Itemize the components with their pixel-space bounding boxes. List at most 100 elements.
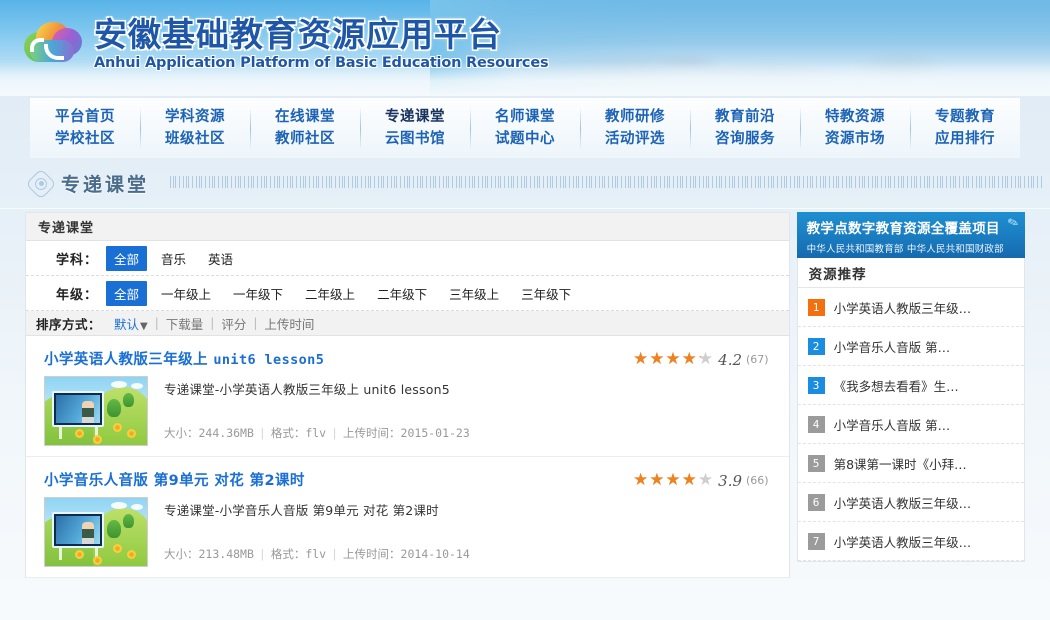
filter-label: 年级： bbox=[55, 287, 98, 303]
result-item: 小学英语人教版三年级上 unit6 lesson5 ★★★★★★★★★★4.2(6… bbox=[26, 336, 789, 457]
recommendation-item[interactable]: 4 小学音乐人音版 第… bbox=[797, 405, 1024, 444]
rank-badge: 7 bbox=[807, 532, 825, 550]
nav-item-学校社区[interactable]: 学校社区 bbox=[55, 131, 115, 148]
rainbow-cloud-logo-icon bbox=[22, 18, 84, 68]
sort-bar: 排序方式： 默认▼ | 下载量 | 评分 | 上传时间 bbox=[26, 311, 789, 336]
nav-column-2: 学科资源 班级社区 bbox=[140, 99, 250, 158]
nav-item-班级社区[interactable]: 班级社区 bbox=[165, 131, 225, 148]
result-thumbnail[interactable] bbox=[44, 376, 148, 446]
sort-option-评分[interactable]: 评分 bbox=[214, 314, 253, 333]
meta-separator: | bbox=[331, 547, 339, 561]
nav-item-在线课堂[interactable]: 在线课堂 bbox=[275, 109, 335, 126]
promo-line1: 教学点数字教育资源全覆盖项目 bbox=[806, 221, 1000, 237]
result-title-cn: 小学英语人教版三年级上 bbox=[44, 352, 208, 368]
result-thumbnail[interactable] bbox=[44, 497, 148, 567]
recommendation-label: 小学英语人教版三年级… bbox=[833, 300, 972, 316]
recommendation-item[interactable]: 3 《我多想去看看》生… bbox=[797, 366, 1024, 405]
results-list: 小学英语人教版三年级上 unit6 lesson5 ★★★★★★★★★★4.2(6… bbox=[26, 336, 789, 578]
recommendation-item[interactable]: 7 小学英语人教版三年级… bbox=[797, 522, 1024, 561]
recommendation-item[interactable]: 1 小学英语人教版三年级… bbox=[797, 288, 1024, 327]
flower-ornament-icon bbox=[25, 167, 57, 200]
recommendation-item[interactable]: 2 小学音乐人音版 第… bbox=[797, 327, 1024, 366]
nav-item-名师课堂[interactable]: 名师课堂 bbox=[495, 109, 555, 126]
rating-block: ★★★★★★★★★★3.9(66) bbox=[633, 472, 775, 490]
result-meta: 专递课堂-小学英语人教版三年级上 unit6 lesson5 大小：244.36M… bbox=[164, 376, 470, 446]
filter-chip-全部[interactable]: 全部 bbox=[106, 280, 148, 306]
main-navigation: 平台首页 学校社区 学科资源 班级社区 在线课堂 教师社区 专递课堂 云图书馆 名师课堂 试题中心… bbox=[0, 96, 1050, 164]
site-title-block: 安徽基础教育资源应用平台 Anhui Application Platform … bbox=[94, 15, 549, 70]
sort-label: 排序方式： bbox=[36, 316, 102, 332]
result-fileinfo: 大小：244.36MB | 格式：flv | 上传时间：2015-01-23 bbox=[164, 426, 470, 440]
nav-item-教师研修[interactable]: 教师研修 bbox=[605, 109, 665, 126]
promo-banner[interactable]: ✎ 教学点数字教育资源全覆盖项目 中华人民共和国教育部 中华人民共和国财政部 bbox=[796, 212, 1025, 258]
nav-bar: 平台首页 学校社区 学科资源 班级社区 在线课堂 教师社区 专递课堂 云图书馆 名师课堂 试题中心… bbox=[30, 98, 1020, 158]
result-title[interactable]: 小学英语人教版三年级上 unit6 lesson5 bbox=[44, 348, 324, 369]
nav-item-专题教育[interactable]: 专题教育 bbox=[935, 109, 995, 126]
filter-chip-音乐[interactable]: 音乐 bbox=[153, 246, 194, 271]
recommendations-title: 资源推荐 bbox=[797, 258, 1024, 288]
nav-item-教师社区[interactable]: 教师社区 bbox=[275, 131, 335, 148]
nav-item-试题中心[interactable]: 试题中心 bbox=[495, 131, 555, 148]
size-label: 大小： bbox=[164, 547, 199, 561]
meta-separator: | bbox=[258, 426, 266, 440]
result-item: 小学音乐人音版 第9单元 对花 第2课时 ★★★★★★★★★★3.9(66) 专递课… bbox=[26, 457, 789, 578]
filter-chip-一年级上[interactable]: 一年级上 bbox=[153, 281, 219, 306]
sort-direction-arrow-icon: ▼ bbox=[140, 320, 148, 332]
filter-chip-二年级上[interactable]: 二年级上 bbox=[297, 281, 363, 306]
sort-option-默认[interactable]: 默认▼ bbox=[107, 314, 155, 333]
result-title-row: 小学音乐人音版 第9单元 对花 第2课时 ★★★★★★★★★★3.9(66) bbox=[44, 469, 775, 490]
rank-badge: 3 bbox=[807, 376, 825, 394]
filter-chip-三年级下[interactable]: 三年级下 bbox=[513, 281, 579, 306]
filter-section: 学科： 全部 音乐 英语年级： 全部 一年级上 一年级下 二年级上 二年级下 三年级上 三年级下 bbox=[26, 241, 789, 311]
nav-item-学科资源[interactable]: 学科资源 bbox=[165, 109, 225, 126]
greek-key-pattern bbox=[170, 176, 1042, 188]
filter-chip-英语[interactable]: 英语 bbox=[200, 246, 241, 271]
filter-chip-全部[interactable]: 全部 bbox=[106, 245, 148, 271]
result-description: 专递课堂-小学英语人教版三年级上 unit6 lesson5 bbox=[164, 382, 450, 397]
nav-item-云图书馆[interactable]: 云图书馆 bbox=[385, 131, 445, 148]
rank-badge: 4 bbox=[807, 415, 825, 433]
filter-chip-二年级下[interactable]: 二年级下 bbox=[369, 281, 435, 306]
filter-chip-三年级上[interactable]: 三年级上 bbox=[441, 281, 507, 306]
result-description: 专递课堂-小学音乐人音版 第9单元 对花 第2课时 bbox=[164, 503, 439, 518]
promo-line2: 中华人民共和国教育部 中华人民共和国财政部 bbox=[806, 244, 1004, 255]
filter-chip-一年级下[interactable]: 一年级下 bbox=[225, 281, 291, 306]
nav-item-专递课堂[interactable]: 专递课堂 bbox=[385, 109, 445, 126]
rank-badge: 5 bbox=[807, 454, 825, 472]
recommendation-label: 小学英语人教版三年级… bbox=[833, 495, 972, 511]
site-title-cn: 安徽基础教育资源应用平台 bbox=[94, 15, 502, 54]
filter-row-1: 学科： 全部 音乐 英语 bbox=[26, 241, 789, 276]
nav-item-活动评选[interactable]: 活动评选 bbox=[605, 131, 665, 148]
nav-item-教育前沿[interactable]: 教育前沿 bbox=[715, 109, 775, 126]
section-divider bbox=[0, 208, 1050, 209]
rating-score: 3.9 bbox=[718, 471, 743, 490]
nav-item-特教资源[interactable]: 特教资源 bbox=[825, 109, 885, 126]
recommendation-item[interactable]: 5 第8课第一课时《小拜… bbox=[797, 444, 1024, 483]
size-label: 大小： bbox=[164, 426, 199, 440]
main-content: 专递课堂 学科： 全部 音乐 英语 年级： 全部 一年级上 一年级下 二年级上 二年级下 三年级上三… bbox=[0, 212, 1050, 578]
site-logo[interactable]: 安徽基础教育资源应用平台 Anhui Application Platform … bbox=[22, 15, 549, 71]
rating-block: ★★★★★★★★★★4.2(67) bbox=[633, 351, 775, 369]
results-panel: 专递课堂 学科： 全部 音乐 英语 年级： 全部 一年级上 一年级下 二年级上 二年级下 三年级上三… bbox=[25, 212, 790, 578]
sort-option-上传时间[interactable]: 上传时间 bbox=[257, 314, 321, 333]
result-fileinfo: 大小：213.48MB | 格式：flv | 上传时间：2014-10-14 bbox=[164, 547, 470, 561]
nav-column-9: 专题教育 应用排行 bbox=[910, 99, 1020, 158]
result-title[interactable]: 小学音乐人音版 第9单元 对花 第2课时 bbox=[44, 469, 305, 490]
recommendation-label: 小学英语人教版三年级… bbox=[833, 534, 972, 550]
nav-column-4: 专递课堂 云图书馆 bbox=[360, 99, 470, 158]
nav-item-平台首页[interactable]: 平台首页 bbox=[55, 109, 115, 126]
recommendation-item[interactable]: 6 小学英语人教版三年级… bbox=[797, 483, 1024, 522]
sidebar: ✎ 教学点数字教育资源全覆盖项目 中华人民共和国教育部 中华人民共和国财政部 资… bbox=[796, 212, 1025, 578]
date-label: 上传时间： bbox=[343, 547, 401, 561]
sort-option-下载量[interactable]: 下载量 bbox=[159, 314, 211, 333]
result-title-row: 小学英语人教版三年级上 unit6 lesson5 ★★★★★★★★★★4.2(6… bbox=[44, 348, 775, 369]
nav-item-应用排行[interactable]: 应用排行 bbox=[935, 131, 995, 148]
nav-column-1: 平台首页 学校社区 bbox=[30, 99, 140, 158]
nav-item-资源市场[interactable]: 资源市场 bbox=[825, 131, 885, 148]
result-title-en: unit6 lesson5 bbox=[213, 352, 325, 368]
recommendation-label: 小学音乐人音版 第… bbox=[833, 417, 951, 433]
nav-item-咨询服务[interactable]: 咨询服务 bbox=[715, 131, 775, 148]
format-label: 格式： bbox=[270, 547, 306, 561]
rank-badge: 1 bbox=[807, 298, 825, 316]
recommendation-label: 小学音乐人音版 第… bbox=[833, 339, 951, 355]
